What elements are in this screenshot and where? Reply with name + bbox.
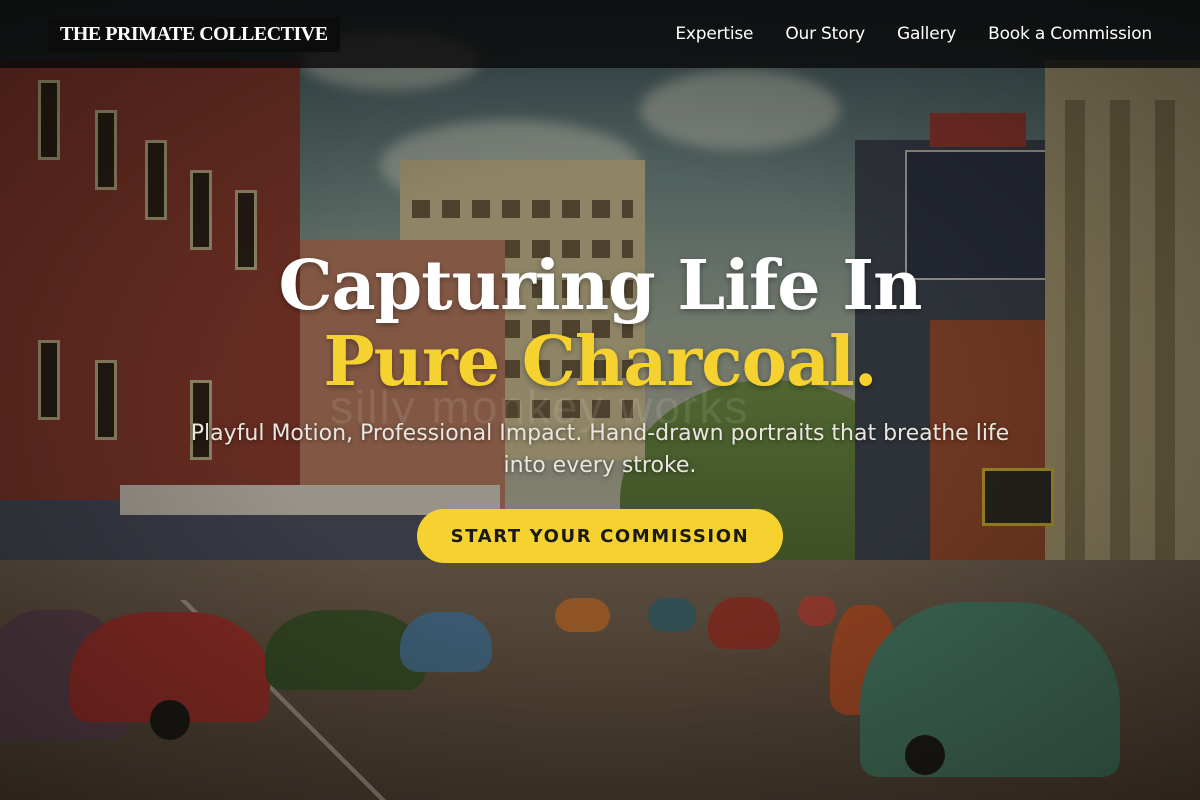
hero-section: Capturing Life In Pure Charcoal. Playful… [0, 0, 1200, 800]
headline-accent: Pure Charcoal. [323, 322, 877, 402]
brand-logo[interactable]: THE PRIMATE COLLECTIVE [48, 16, 340, 52]
nav-link-expertise[interactable]: Expertise [675, 24, 753, 44]
nav-link-our-story[interactable]: Our Story [785, 24, 865, 44]
start-commission-button[interactable]: START YOUR COMMISSION [417, 509, 783, 563]
main-nav: Expertise Our Story Gallery Book a Commi… [675, 24, 1152, 44]
hero-headline: Capturing Life In Pure Charcoal. [190, 248, 1010, 400]
top-navbar: THE PRIMATE COLLECTIVE Expertise Our Sto… [0, 0, 1200, 68]
nav-link-gallery[interactable]: Gallery [897, 24, 956, 44]
hero-subtitle: Playful Motion, Professional Impact. Han… [190, 421, 1010, 478]
nav-link-book-commission[interactable]: Book a Commission [988, 24, 1152, 44]
headline-text: Capturing Life In [278, 246, 923, 326]
